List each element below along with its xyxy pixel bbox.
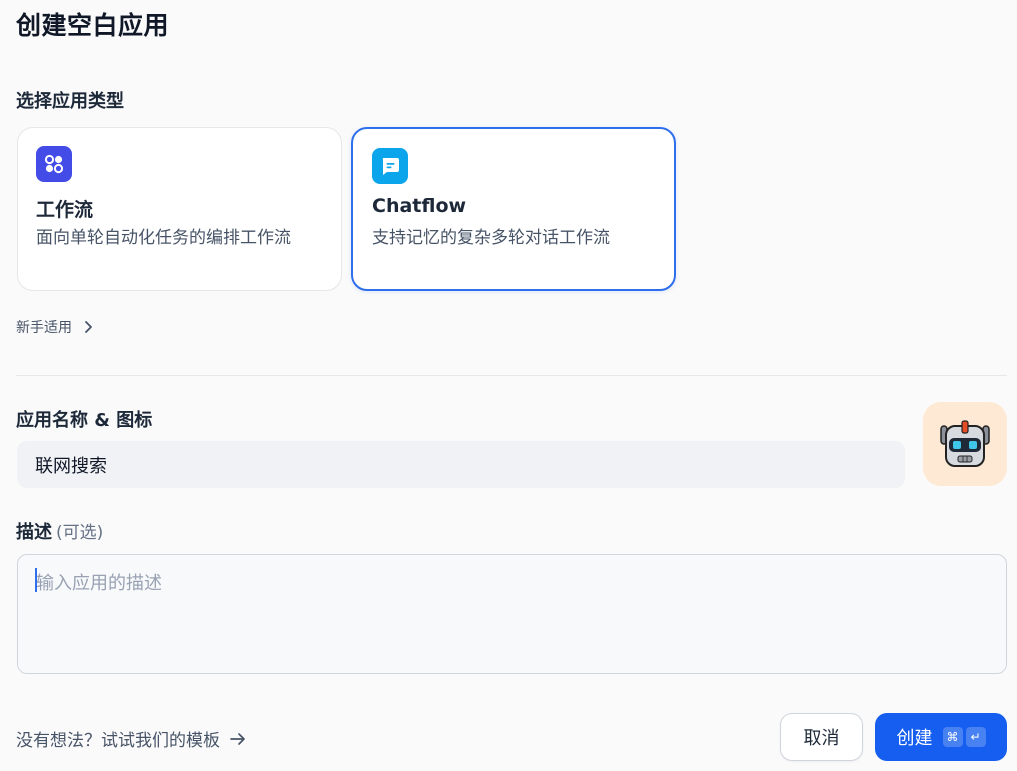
robot-icon: [940, 420, 990, 467]
app-type-label: 选择应用类型: [16, 91, 124, 112]
workflow-icon: [36, 146, 72, 182]
create-button-label: 创建: [896, 728, 933, 749]
app-type-card-chatflow[interactable]: Chatflow 支持记忆的复杂多轮对话工作流: [351, 127, 676, 291]
arrow-right-icon: [230, 732, 245, 745]
beginner-label: 新手适用: [16, 320, 72, 336]
chevron-right-icon: [85, 321, 92, 333]
enter-key-icon: ↵: [965, 727, 986, 747]
text-caret: [35, 568, 37, 592]
optional-hint: (可选): [56, 523, 104, 543]
chat-bubble-icon: [372, 148, 408, 184]
description-placeholder: 输入应用的描述: [36, 573, 162, 594]
beginner-toggle[interactable]: 新手适用: [16, 317, 94, 337]
app-type-card-workflow[interactable]: 工作流 面向单轮自动化任务的编排工作流: [17, 127, 342, 291]
app-name-label: 应用名称 & 图标: [16, 410, 153, 431]
template-link-text: 没有想法？试试我们的模板: [16, 731, 220, 751]
card-title: Chatflow: [372, 195, 467, 217]
command-key-icon: ⌘: [942, 727, 963, 747]
cancel-button[interactable]: 取消: [780, 713, 863, 761]
shortcut-hint: ⌘ ↵: [942, 727, 986, 747]
description-label: 描述 (可选): [16, 518, 103, 544]
app-name-value: 联网搜索: [35, 455, 107, 477]
card-description: 面向单轮自动化任务的编排工作流: [36, 228, 291, 248]
section-divider: [16, 375, 1007, 376]
create-blank-app-dialog: 创建空白应用 选择应用类型 工作流 面向单轮自动化任务的编排工作流 Chatfl…: [0, 0, 1017, 771]
description-label-text: 描述: [16, 522, 52, 543]
card-title: 工作流: [36, 199, 94, 221]
page-title: 创建空白应用: [16, 11, 170, 40]
app-avatar-picker[interactable]: [923, 402, 1007, 486]
template-link[interactable]: 没有想法？试试我们的模板: [16, 726, 246, 751]
card-description: 支持记忆的复杂多轮对话工作流: [372, 228, 610, 248]
description-textarea[interactable]: 输入应用的描述: [17, 554, 1007, 674]
create-button[interactable]: 创建 ⌘ ↵: [875, 713, 1007, 761]
app-name-input[interactable]: 联网搜索: [17, 441, 905, 488]
